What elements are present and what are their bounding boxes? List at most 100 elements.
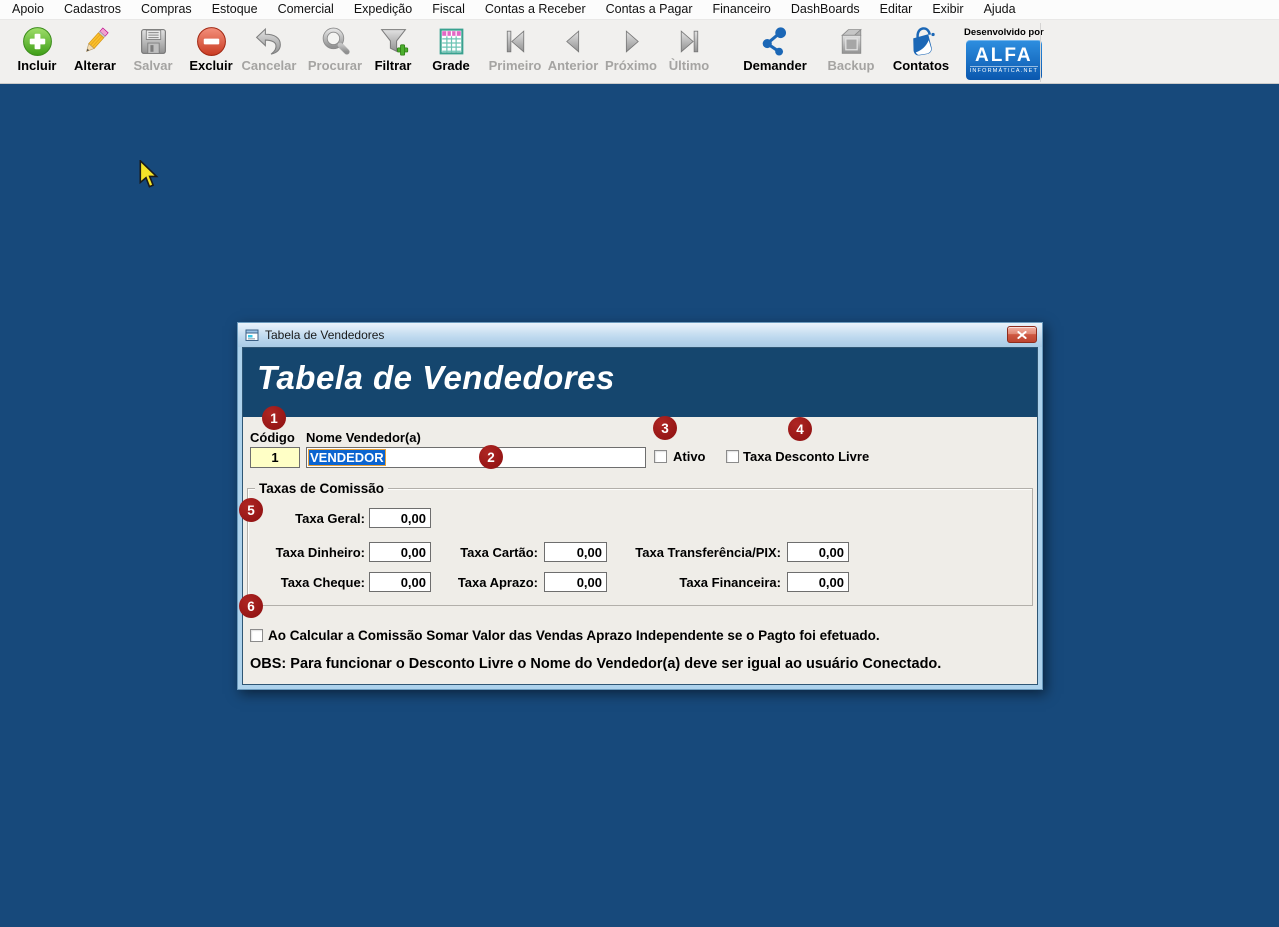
toolbar-label: Ùltimo (668, 58, 710, 73)
nome-vendedor-field[interactable]: VENDEDOR (306, 447, 646, 468)
menu-item-dashboards[interactable]: DashBoards (781, 1, 870, 18)
somar-vendas-aprazo-checkbox[interactable] (250, 629, 263, 642)
toolbar-label: Salvar (133, 58, 173, 73)
taxa-financeira-field[interactable]: 0,00 (787, 572, 849, 592)
toolbar-label: Cancelar (241, 58, 297, 73)
annotation-badge-4: 4 (788, 417, 812, 441)
share-icon (759, 25, 792, 58)
taxa-transferencia-pix-label: Taxa Transferência/PIX: (635, 545, 781, 560)
shopping-bag-icon (905, 25, 938, 58)
menu-item-cadastros[interactable]: Cadastros (54, 1, 131, 18)
menu-item-exibir[interactable]: Exibir (922, 1, 973, 18)
toolbar-separator (1040, 23, 1041, 82)
window-title: Tabela de Vendedores (265, 328, 385, 342)
close-button[interactable] (1007, 326, 1037, 343)
toolbar-label: Incluir (17, 58, 57, 73)
menu-bar: Apoio Cadastros Compras Estoque Comercia… (0, 0, 1279, 19)
menu-item-estoque[interactable]: Estoque (202, 1, 268, 18)
menu-item-editar[interactable]: Editar (870, 1, 923, 18)
menu-item-ajuda[interactable]: Ajuda (974, 1, 1026, 18)
somar-vendas-aprazo-label: Ao Calcular a Comissão Somar Valor das V… (268, 628, 880, 643)
filter-icon (377, 25, 410, 58)
toolbar-label: Filtrar (374, 58, 412, 73)
toolbar-button-primeiro: Primeiro (486, 25, 544, 73)
toolbar: Incluir Alterar Salvar Excluir Cancelar … (0, 19, 1279, 84)
toolbar-button-excluir[interactable]: Excluir (182, 25, 240, 73)
toolbar-button-procurar: Procurar (306, 25, 364, 73)
menu-item-compras[interactable]: Compras (131, 1, 202, 18)
undo-icon (253, 25, 286, 58)
taxa-aprazo-label: Taxa Aprazo: (457, 575, 538, 590)
tabela-de-vendedores-window: Tabela de Vendedores Tabela de Vendedore… (237, 322, 1043, 690)
codigo-label: Código (250, 430, 295, 445)
toolbar-button-contatos[interactable]: Contatos (890, 25, 952, 73)
annotation-badge-6: 6 (239, 594, 263, 618)
minus-icon (195, 25, 228, 58)
annotation-badge-1: 1 (262, 406, 286, 430)
form-header-band: Tabela de Vendedores (243, 348, 1037, 417)
toolbar-button-alterar[interactable]: Alterar (66, 25, 124, 73)
taxa-desconto-livre-label: Taxa Desconto Livre (743, 449, 870, 464)
toolbar-button-cancelar: Cancelar (240, 25, 298, 73)
first-icon (499, 25, 532, 58)
last-icon (673, 25, 706, 58)
toolbar-label: Excluir (189, 58, 233, 73)
toolbar-label: Procurar (307, 58, 363, 73)
nome-vendedor-label: Nome Vendedor(a) (306, 430, 421, 445)
toolbar-button-demander[interactable]: Demander (742, 25, 808, 73)
taxa-cheque-label: Taxa Cheque: (280, 575, 365, 590)
toolbar-label: Anterior (547, 58, 599, 73)
form-header-title: Tabela de Vendedores (257, 359, 615, 396)
menu-item-fiscal[interactable]: Fiscal (422, 1, 475, 18)
toolbar-label: Backup (827, 58, 875, 73)
window-titlebar[interactable]: Tabela de Vendedores (238, 323, 1042, 347)
taxa-cartao-label: Taxa Cartão: (460, 545, 538, 560)
menu-item-financeiro[interactable]: Financeiro (702, 1, 780, 18)
ativo-checkbox[interactable] (654, 450, 667, 463)
toolbar-button-grade[interactable]: Grade (422, 25, 480, 73)
toolbar-label: Primeiro (488, 58, 542, 73)
plus-icon (21, 25, 54, 58)
search-icon (319, 25, 352, 58)
next-icon (615, 25, 648, 58)
toolbar-button-ultimo: Ùltimo (660, 25, 718, 73)
codigo-field[interactable]: 1 (250, 447, 300, 468)
toolbar-button-incluir[interactable]: Incluir (8, 25, 66, 73)
annotation-badge-5: 5 (239, 498, 263, 522)
toolbar-label: Próximo (604, 58, 657, 73)
close-icon (1017, 330, 1027, 339)
menu-item-expedicao[interactable]: Expedição (344, 1, 422, 18)
form-icon (245, 329, 259, 342)
menu-item-contas-a-pagar[interactable]: Contas a Pagar (596, 1, 703, 18)
brand-tagline: Desenvolvido por (964, 27, 1044, 38)
annotation-badge-3: 3 (653, 416, 677, 440)
cursor-icon (138, 158, 160, 190)
pencil-icon (79, 25, 112, 58)
toolbar-button-salvar: Salvar (124, 25, 182, 73)
alfa-logo-text: ALFA (975, 44, 1033, 66)
mdi-desktop: Tabela de Vendedores Tabela de Vendedore… (0, 84, 1279, 927)
save-icon (137, 25, 170, 58)
taxa-geral-label: Taxa Geral: (295, 511, 365, 526)
taxa-desconto-livre-checkbox[interactable] (726, 450, 739, 463)
toolbar-button-anterior: Anterior (544, 25, 602, 73)
toolbar-label: Demander (743, 58, 807, 73)
toolbar-label: Contatos (892, 58, 950, 73)
alfa-logo-subtext: INFORMÁTICA.NET (969, 65, 1039, 74)
alfa-logo[interactable]: ALFA INFORMÁTICA.NET (965, 40, 1042, 80)
menu-item-comercial[interactable]: Comercial (268, 1, 344, 18)
annotation-badge-2: 2 (479, 445, 503, 469)
ativo-label: Ativo (673, 449, 706, 464)
toolbar-button-filtrar[interactable]: Filtrar (364, 25, 422, 73)
taxa-transferencia-pix-field[interactable]: 0,00 (787, 542, 849, 562)
menu-item-apoio[interactable]: Apoio (2, 1, 54, 18)
menu-item-contas-a-receber[interactable]: Contas a Receber (475, 1, 596, 18)
taxa-dinheiro-label: Taxa Dinheiro: (275, 545, 365, 560)
alfa-brand: Desenvolvido por ALFA INFORMÁTICA.NET (964, 25, 1044, 80)
grid-icon (435, 25, 468, 58)
backup-icon (835, 25, 868, 58)
toolbar-label: Grade (432, 58, 470, 73)
taxas-de-comissao-title: Taxas de Comissão (255, 481, 389, 496)
toolbar-button-proximo: Próximo (602, 25, 660, 73)
taxa-geral-field[interactable]: 0,00 (369, 508, 431, 528)
